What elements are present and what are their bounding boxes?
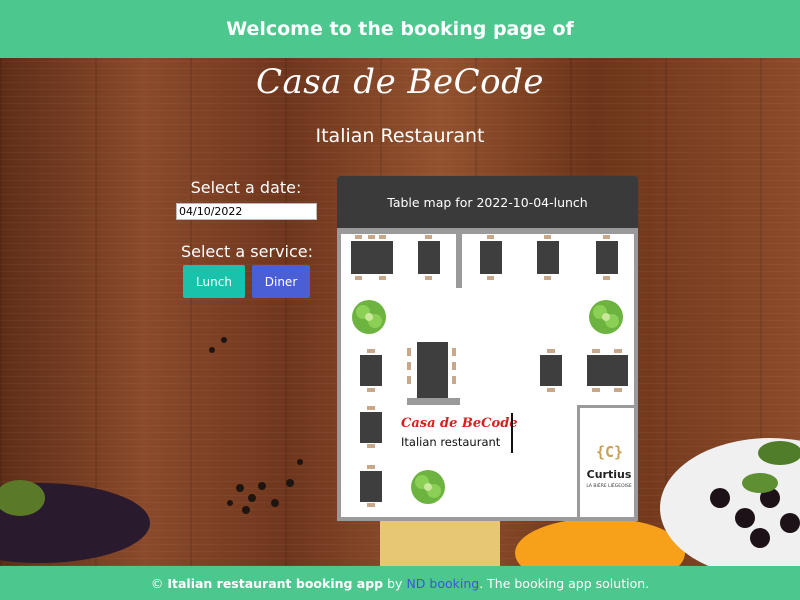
chair [452, 362, 456, 370]
curtius-room: {C} Curtius LA BIÈRE LIÉGEOISE [577, 405, 637, 520]
table-t5[interactable] [596, 241, 618, 274]
chair [407, 376, 411, 384]
footer-app-name: Italian restaurant booking app [167, 575, 384, 591]
restaurant-logo-name: Casa de BeCode [401, 416, 518, 431]
footer-tagline: . The booking app solution. [479, 575, 650, 591]
table-t8[interactable] [360, 471, 382, 502]
table-t6[interactable] [360, 355, 382, 386]
restaurant-logo-subtitle: Italian restaurant [401, 435, 501, 449]
lunch-button[interactable]: Lunch [183, 265, 245, 298]
chair [487, 235, 494, 239]
restaurant-name: Casa de BeCode [256, 62, 544, 102]
table-t4[interactable] [537, 241, 559, 274]
footer-bar: © Italian restaurant booking app by ND b… [0, 566, 800, 600]
curtius-subtitle: LA BIÈRE LIÉGEOISE [586, 484, 632, 489]
footer-brand-link[interactable]: ND booking [406, 576, 479, 591]
partition-wall [407, 398, 460, 405]
table-map-panel: Table map for 2022-10-04-lunch Casa de B… [337, 176, 638, 521]
plant-icon [347, 295, 391, 339]
chair [592, 349, 600, 353]
table-t2[interactable] [418, 241, 440, 274]
chair [355, 276, 362, 280]
header-bar: Welcome to the booking page of [0, 0, 800, 58]
chair [544, 276, 551, 280]
table-t1[interactable] [351, 241, 393, 274]
chair [379, 276, 386, 280]
chair [614, 388, 622, 392]
chair [487, 276, 494, 280]
table-t3[interactable] [480, 241, 502, 274]
chair [367, 444, 375, 448]
chair [355, 235, 362, 239]
plant-icon [584, 295, 628, 339]
chair [367, 388, 375, 392]
plant-icon [406, 465, 450, 509]
chair [452, 348, 456, 356]
chair [367, 503, 375, 507]
chair [425, 235, 432, 239]
chair [547, 388, 555, 392]
chair [379, 235, 386, 239]
table-t9[interactable] [417, 342, 448, 398]
date-input[interactable] [176, 203, 317, 220]
chair [544, 235, 551, 239]
date-label: Select a date: [190, 178, 302, 197]
chair [367, 349, 375, 353]
footer-by: by [387, 575, 403, 591]
restaurant-type: Italian Restaurant [315, 125, 485, 147]
chair [367, 465, 375, 469]
curtius-name: Curtius [586, 468, 632, 481]
table-map-title: Table map for 2022-10-04-lunch [387, 194, 588, 210]
chair [603, 276, 610, 280]
chair [367, 406, 375, 410]
partition-wall [456, 231, 462, 288]
chair [368, 235, 375, 239]
partition-wall [341, 231, 634, 234]
welcome-text: Welcome to the booking page of [226, 18, 574, 40]
chair [407, 362, 411, 370]
chair [425, 276, 432, 280]
table-t11[interactable] [587, 355, 628, 386]
chair [592, 388, 600, 392]
table-t10[interactable] [540, 355, 562, 386]
diner-button[interactable]: Diner [252, 265, 310, 298]
chair [452, 376, 456, 384]
table-t7[interactable] [360, 412, 382, 443]
copyright-symbol: © [150, 575, 164, 591]
chair [603, 235, 610, 239]
table-map-body: Casa de BeCode Italian restaurant {C} Cu… [337, 228, 638, 521]
chair [614, 349, 622, 353]
logo-divider [511, 413, 513, 453]
curtius-logo-icon: {C} [596, 443, 624, 461]
chair [547, 349, 555, 353]
chair [407, 348, 411, 356]
service-label: Select a service: [180, 242, 314, 261]
table-map-header: Table map for 2022-10-04-lunch [337, 176, 638, 228]
